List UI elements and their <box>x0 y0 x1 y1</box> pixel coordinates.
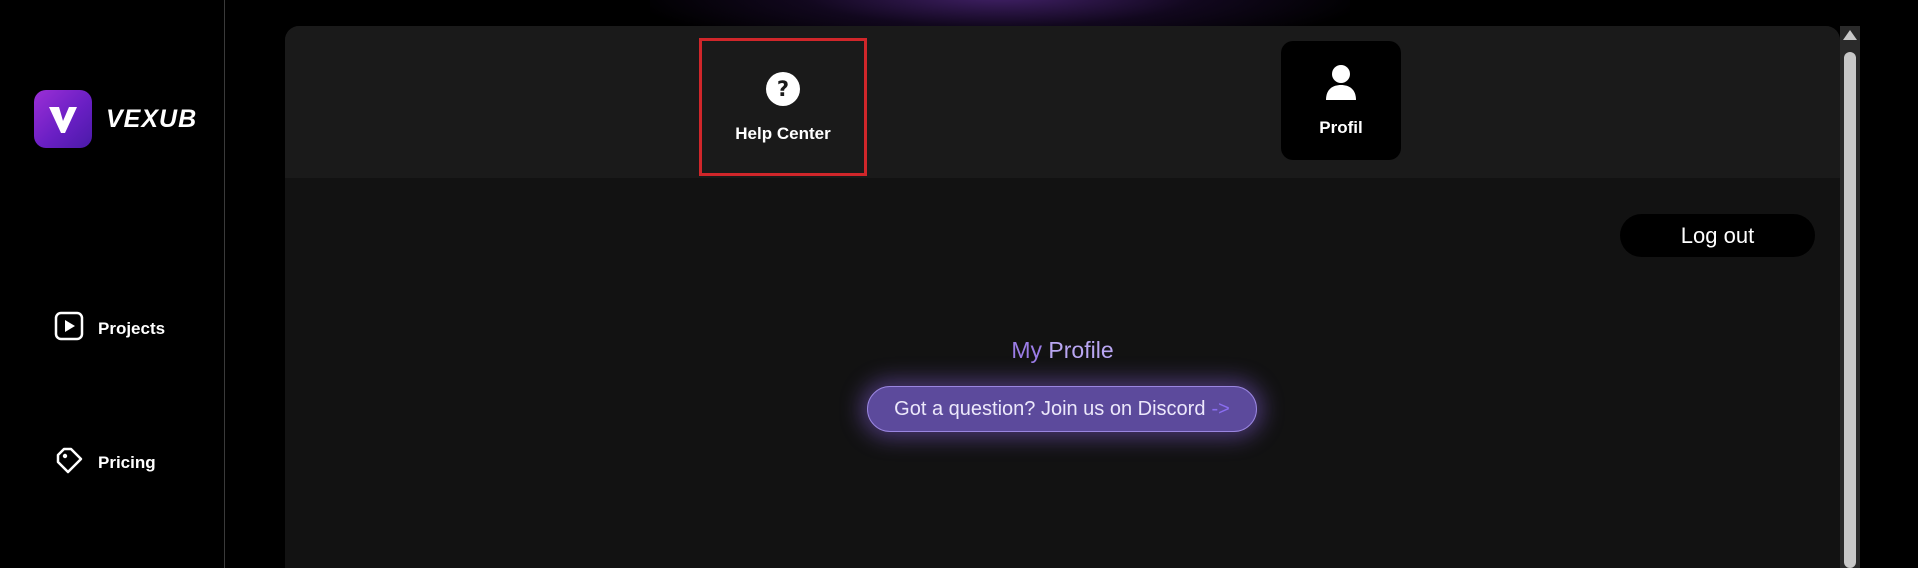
brand-logo-icon <box>34 90 92 148</box>
app-window: VEXUB Projects Pricing ? Help Center Pro… <box>0 0 1918 568</box>
sidebar-item-pricing[interactable]: Pricing <box>54 445 156 480</box>
page-title-part2: Profile <box>1042 337 1114 363</box>
top-navigation: ? Help Center Profil <box>285 26 1840 178</box>
scroll-up-arrow-icon[interactable] <box>1843 30 1857 40</box>
price-tag-icon <box>54 445 84 480</box>
tab-profil[interactable]: Profil <box>1281 41 1401 160</box>
svg-text:?: ? <box>777 77 789 101</box>
tab-help-center[interactable]: ? Help Center <box>699 38 867 176</box>
brand-name: VEXUB <box>106 104 198 133</box>
discord-join-button[interactable]: Got a question? Join us on Discord -> <box>867 386 1257 432</box>
sidebar: VEXUB Projects Pricing <box>0 0 225 568</box>
vertical-scrollbar[interactable] <box>1840 26 1860 568</box>
discord-button-label: Got a question? Join us on Discord <box>894 397 1206 420</box>
sidebar-item-label: Pricing <box>98 452 156 472</box>
sidebar-item-label: Projects <box>98 318 166 338</box>
play-square-icon <box>54 311 84 346</box>
page-title: My Profile <box>285 337 1840 364</box>
brand[interactable]: VEXUB <box>34 90 197 148</box>
user-icon <box>1324 63 1358 106</box>
scrollbar-thumb[interactable] <box>1844 52 1856 568</box>
logout-button[interactable]: Log out <box>1620 214 1815 257</box>
main-panel: ? Help Center Profil Log out My Profile <box>285 26 1840 568</box>
arrow-right-icon: -> <box>1211 397 1230 420</box>
page-title-part1: My <box>1011 337 1043 363</box>
sidebar-item-projects[interactable]: Projects <box>54 311 165 346</box>
tab-label: Profil <box>1319 118 1363 137</box>
question-circle-icon: ? <box>765 71 801 112</box>
tab-label: Help Center <box>735 123 831 143</box>
